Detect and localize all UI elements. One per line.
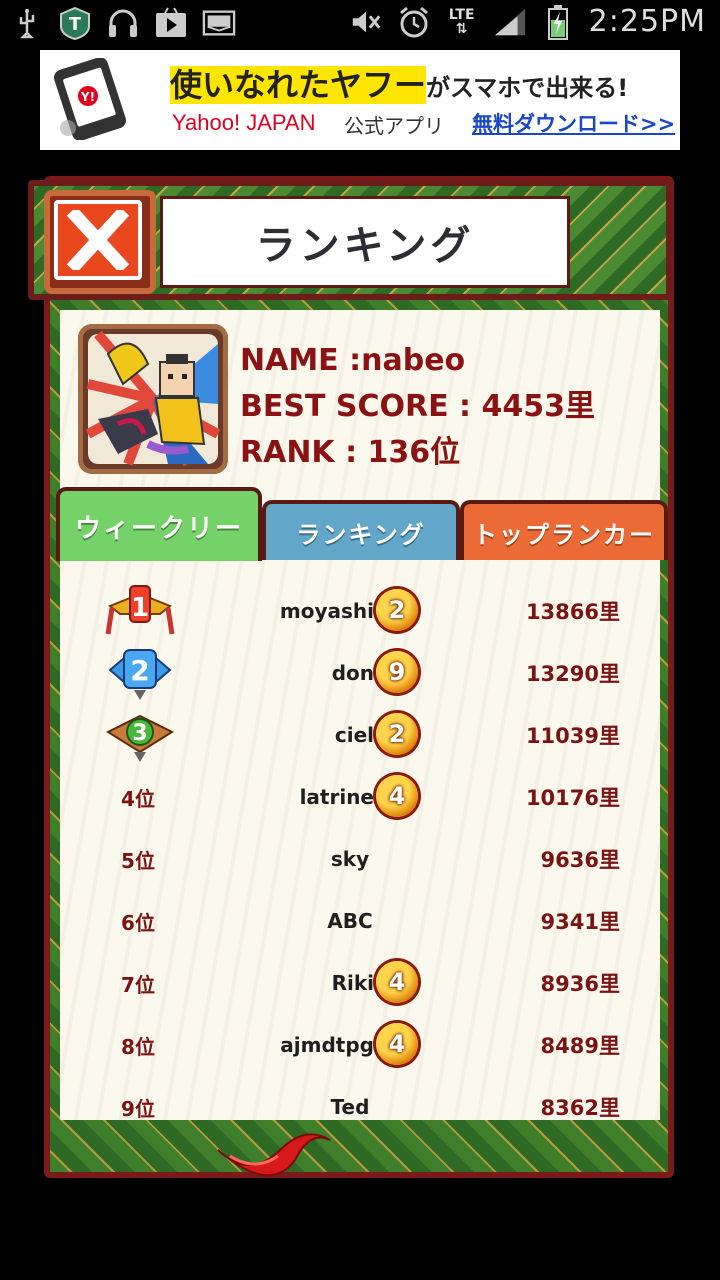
level-badge: 2: [376, 713, 418, 755]
tab-top-rankers[interactable]: トップランカー: [460, 500, 668, 560]
mail-icon: [202, 6, 236, 40]
score-cell: 9636里: [540, 848, 620, 872]
ad-download-link[interactable]: 無料ダウンロード>>: [472, 108, 675, 138]
list-item: 7位 Riki 4 8936里: [60, 952, 660, 1014]
level-badge: 4: [376, 961, 418, 1003]
rank-cell: 6位: [121, 910, 155, 935]
list-item: 1 moyashi 2 13866里: [60, 580, 660, 642]
svg-text:1: 1: [131, 593, 149, 623]
app-t-icon: T: [58, 6, 92, 40]
list-item: 6位 ABC 9341里: [60, 890, 660, 952]
svg-text:3: 3: [132, 721, 147, 746]
rank-cell: 5位: [121, 848, 155, 873]
svg-text:T: T: [69, 14, 82, 35]
network-type-label: LTE: [448, 6, 475, 23]
list-item: 2 don 9 13290里: [60, 642, 660, 704]
tab-weekly-label: ウィークリー: [74, 513, 243, 544]
player-name-cell: ciel: [334, 723, 374, 747]
ad-banner[interactable]: Y! 使いなれたヤフーがスマホで出来る! Yahoo! JAPAN 公式アプリ …: [40, 50, 680, 150]
ad-brand: Yahoo! JAPAN: [172, 110, 316, 135]
status-bar: T LTE ⇅ 2:25PM: [0, 0, 720, 50]
svg-text:Y!: Y!: [80, 90, 95, 104]
phone-illustration-icon: Y!: [54, 58, 126, 140]
ad-official-label: 公式アプリ: [344, 114, 444, 138]
level-badge: 4: [376, 775, 418, 817]
player-name-cell: ABC: [327, 909, 373, 933]
score-cell: 9341里: [540, 910, 620, 934]
ranking-list[interactable]: 1 moyashi 2 13866里 2 don 9 13290里 3 ciel…: [60, 560, 660, 1120]
player-avatar: [78, 324, 228, 474]
rank-cell: 7位: [121, 972, 155, 997]
headphones-icon: [106, 6, 140, 40]
rank-cell: 9位: [121, 1096, 155, 1121]
player-name-cell: Riki: [331, 971, 374, 995]
player-rank: RANK : 136位: [240, 435, 461, 470]
mute-icon: [349, 5, 383, 39]
ad-headline-rest: がスマホで出来る!: [426, 74, 629, 102]
close-button[interactable]: [44, 190, 156, 294]
score-cell: 13290里: [525, 662, 620, 686]
rank-cell: 4位: [121, 786, 155, 811]
ribbon-decoration-icon: [217, 1133, 331, 1177]
tab-weekly[interactable]: ウィークリー: [56, 487, 262, 561]
player-name-cell: Ted: [330, 1095, 370, 1119]
notification-icons: T: [10, 6, 236, 40]
score-cell: 11039里: [525, 724, 620, 748]
score-cell: 13866里: [525, 600, 620, 624]
player-name-cell: ajmdtpg: [280, 1033, 374, 1057]
level-badge: 2: [376, 589, 418, 631]
tab-ranking[interactable]: ランキング: [262, 500, 460, 560]
list-item: 3 ciel 2 11039里: [60, 704, 660, 766]
list-item: 8位 ajmdtpg 4 8489里: [60, 1014, 660, 1076]
list-item: 4位 latrine 4 10176里: [60, 766, 660, 828]
player-name-cell: moyashi: [279, 599, 374, 623]
battery-icon: [541, 4, 575, 40]
player-name-cell: latrine: [299, 785, 374, 809]
tab-top-rankers-label: トップランカー: [473, 520, 655, 549]
score-cell: 8362里: [540, 1096, 620, 1120]
tab-ranking-label: ランキング: [296, 520, 426, 549]
bronze-medal-icon: 3: [105, 714, 175, 762]
usb-icon: [10, 6, 44, 40]
gold-medal-icon: 1: [105, 585, 175, 635]
signal-icon: [493, 5, 527, 39]
player-name: NAME :nabeo: [240, 343, 466, 378]
alarm-icon: [397, 5, 431, 39]
player-name-cell: sky: [330, 847, 370, 871]
player-name-cell: don: [331, 661, 374, 685]
ad-headline: 使いなれたヤフーがスマホで出来る!: [170, 60, 628, 106]
list-item: 9位 Ted 8362里: [60, 1076, 660, 1120]
play-store-icon: [154, 6, 188, 40]
samurai-avatar-icon: [85, 330, 221, 467]
close-button-face: [54, 200, 142, 280]
score-cell: 10176里: [525, 786, 620, 810]
clock: 2:25PM: [588, 4, 706, 39]
close-icon: [66, 210, 130, 270]
silver-medal-icon: 2: [108, 649, 172, 700]
rank-cell: 8位: [121, 1034, 155, 1059]
level-badge: 4: [376, 1023, 418, 1065]
ad-headline-highlight: 使いなれたヤフー: [170, 66, 427, 104]
svg-text:2: 2: [130, 654, 149, 687]
score-cell: 8489里: [540, 1034, 620, 1058]
score-cell: 8936里: [540, 972, 620, 996]
player-best-score: BEST SCORE : 4453里: [240, 389, 595, 424]
list-item: 5位 sky 9636里: [60, 828, 660, 890]
system-icons: LTE ⇅ 2:25PM: [349, 4, 706, 40]
title-banner: ランキング: [160, 196, 570, 288]
level-badge: 9: [376, 651, 418, 693]
page-title: ランキング: [255, 223, 475, 269]
player-info: NAME :nabeo BEST SCORE : 4453里 RANK : 13…: [240, 338, 595, 476]
lte-icon: LTE ⇅: [448, 6, 475, 37]
